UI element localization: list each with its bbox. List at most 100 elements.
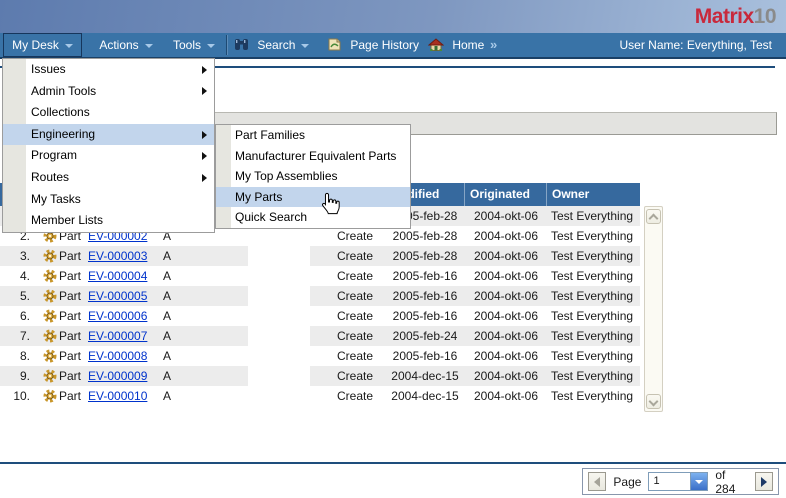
part-link[interactable]: EV-000009 [88,369,147,383]
menu-item-admin-tools[interactable]: Admin Tools [3,81,214,103]
brand-band: Matrix10 [0,0,786,33]
part-icon [43,349,57,366]
row-originated: 2004-okt-06 [465,366,547,386]
row-number: 6. [0,306,38,326]
menu-item-collections[interactable]: Collections [3,102,214,124]
scroll-down-button[interactable] [646,394,661,409]
menu-item-program[interactable]: Program [3,145,214,167]
part-link[interactable]: EV-000003 [88,249,147,263]
search-label: Search [257,38,295,52]
chevron-down-icon [145,44,153,48]
row-owner: Test Everything [547,246,640,266]
menu-item-manufacturer-equivalent-parts[interactable]: Manufacturer Equivalent Parts [216,146,410,167]
part-link[interactable]: EV-000008 [88,349,147,363]
row-description [248,326,310,346]
menu-item-quick-search[interactable]: Quick Search [216,207,410,228]
row-type: Part [38,246,85,266]
table-row: 4. Part EV-000004 A Create 2005-feb-16 2… [0,266,640,286]
row-type: Part [38,386,85,406]
hand-cursor-icon [320,192,341,218]
menu-tools[interactable]: Tools [168,33,220,57]
menu-item-label: Quick Search [235,210,307,224]
part-link[interactable]: EV-000004 [88,269,147,283]
table-row: 9. Part EV-000009 A Create 2004-dec-15 2… [0,366,640,386]
part-icon [43,289,57,306]
more-menus-button[interactable]: » [490,33,497,57]
my-desk-menu: Issues Admin Tools Collections Engineeri… [2,58,215,233]
menu-item-routes[interactable]: Routes [3,167,214,189]
row-rev: A [160,386,205,406]
menu-item-my-top-assemblies[interactable]: My Top Assemblies [216,166,410,187]
row-owner: Test Everything [547,266,640,286]
row-description [248,286,310,306]
page-select-dropdown-button[interactable] [690,473,707,490]
search-button[interactable]: Search [234,33,309,57]
logo-text-matrix: Matrix [695,5,754,28]
row-rev: A [160,246,205,266]
menu-item-my-tasks[interactable]: My Tasks [3,189,214,211]
row-state: Create [325,366,385,386]
row-state: Create [325,286,385,306]
table-row: 8. Part EV-000008 A Create 2005-feb-16 2… [0,346,640,366]
row-modified: 2005-feb-16 [385,286,465,306]
next-page-button[interactable] [755,472,773,491]
page-select[interactable]: 1 [648,472,708,491]
row-owner: Test Everything [547,346,640,366]
row-type: Part [38,266,85,286]
vertical-scrollbar[interactable] [644,206,663,412]
row-originated: 2004-okt-06 [465,206,547,226]
part-icon [43,369,57,386]
row-modified: 2005-feb-16 [385,266,465,286]
row-description [248,346,310,366]
row-description [248,246,310,266]
page-history-button[interactable]: Page History [327,33,419,57]
part-link[interactable]: EV-000010 [88,389,147,403]
row-rev: A [160,306,205,326]
menu-item-label: My Tasks [31,192,81,206]
row-number: 4. [0,266,38,286]
menu-item-issues[interactable]: Issues [3,59,214,81]
binoculars-icon [234,35,249,59]
row-number: 5. [0,286,38,306]
row-owner: Test Everything [547,326,640,346]
user-name: User Name: Everything, Test [619,33,772,57]
submenu-arrow-icon [202,152,207,160]
menu-my-desk[interactable]: My Desk [3,33,82,57]
home-button[interactable]: Home [428,33,484,57]
row-modified: 2005-feb-16 [385,346,465,366]
row-type-label: Part [59,349,81,363]
chevron-down-icon [301,44,309,48]
submenu-arrow-icon [202,87,207,95]
previous-page-button[interactable] [588,472,606,491]
row-state: Create [325,266,385,286]
menu-item-label: My Top Assemblies [235,169,338,183]
chevron-down-icon [207,44,215,48]
row-description [248,226,310,246]
row-type: Part [38,346,85,366]
menu-item-part-families[interactable]: Part Families [216,125,410,146]
menu-item-my-parts[interactable]: My Parts [216,187,410,208]
part-link[interactable]: EV-000005 [88,289,147,303]
row-originated: 2004-okt-06 [465,306,547,326]
menu-item-member-lists[interactable]: Member Lists [3,210,214,232]
menu-actions[interactable]: Actions [96,33,156,57]
part-link[interactable]: EV-000006 [88,309,147,323]
row-description [248,386,310,406]
menu-my-desk-label: My Desk [12,38,59,52]
menu-item-label: Manufacturer Equivalent Parts [235,149,396,163]
row-originated: 2004-okt-06 [465,286,547,306]
part-link[interactable]: EV-000007 [88,329,147,343]
double-chevron-icon: » [490,37,497,52]
menu-item-engineering[interactable]: Engineering [3,124,214,146]
row-originated: 2004-okt-06 [465,346,547,366]
menu-item-label: My Parts [235,190,282,204]
scroll-up-button[interactable] [646,209,661,224]
row-rev: A [160,346,205,366]
part-icon [43,389,57,406]
row-originated: 2004-okt-06 [465,246,547,266]
row-type-label: Part [59,389,81,403]
engineering-submenu: Part Families Manufacturer Equivalent Pa… [215,124,411,229]
menu-item-label: Program [31,148,77,162]
app-window: Matrix10 My Desk Actions Tools Search Pa… [0,0,786,498]
row-originated: 2004-okt-06 [465,326,547,346]
